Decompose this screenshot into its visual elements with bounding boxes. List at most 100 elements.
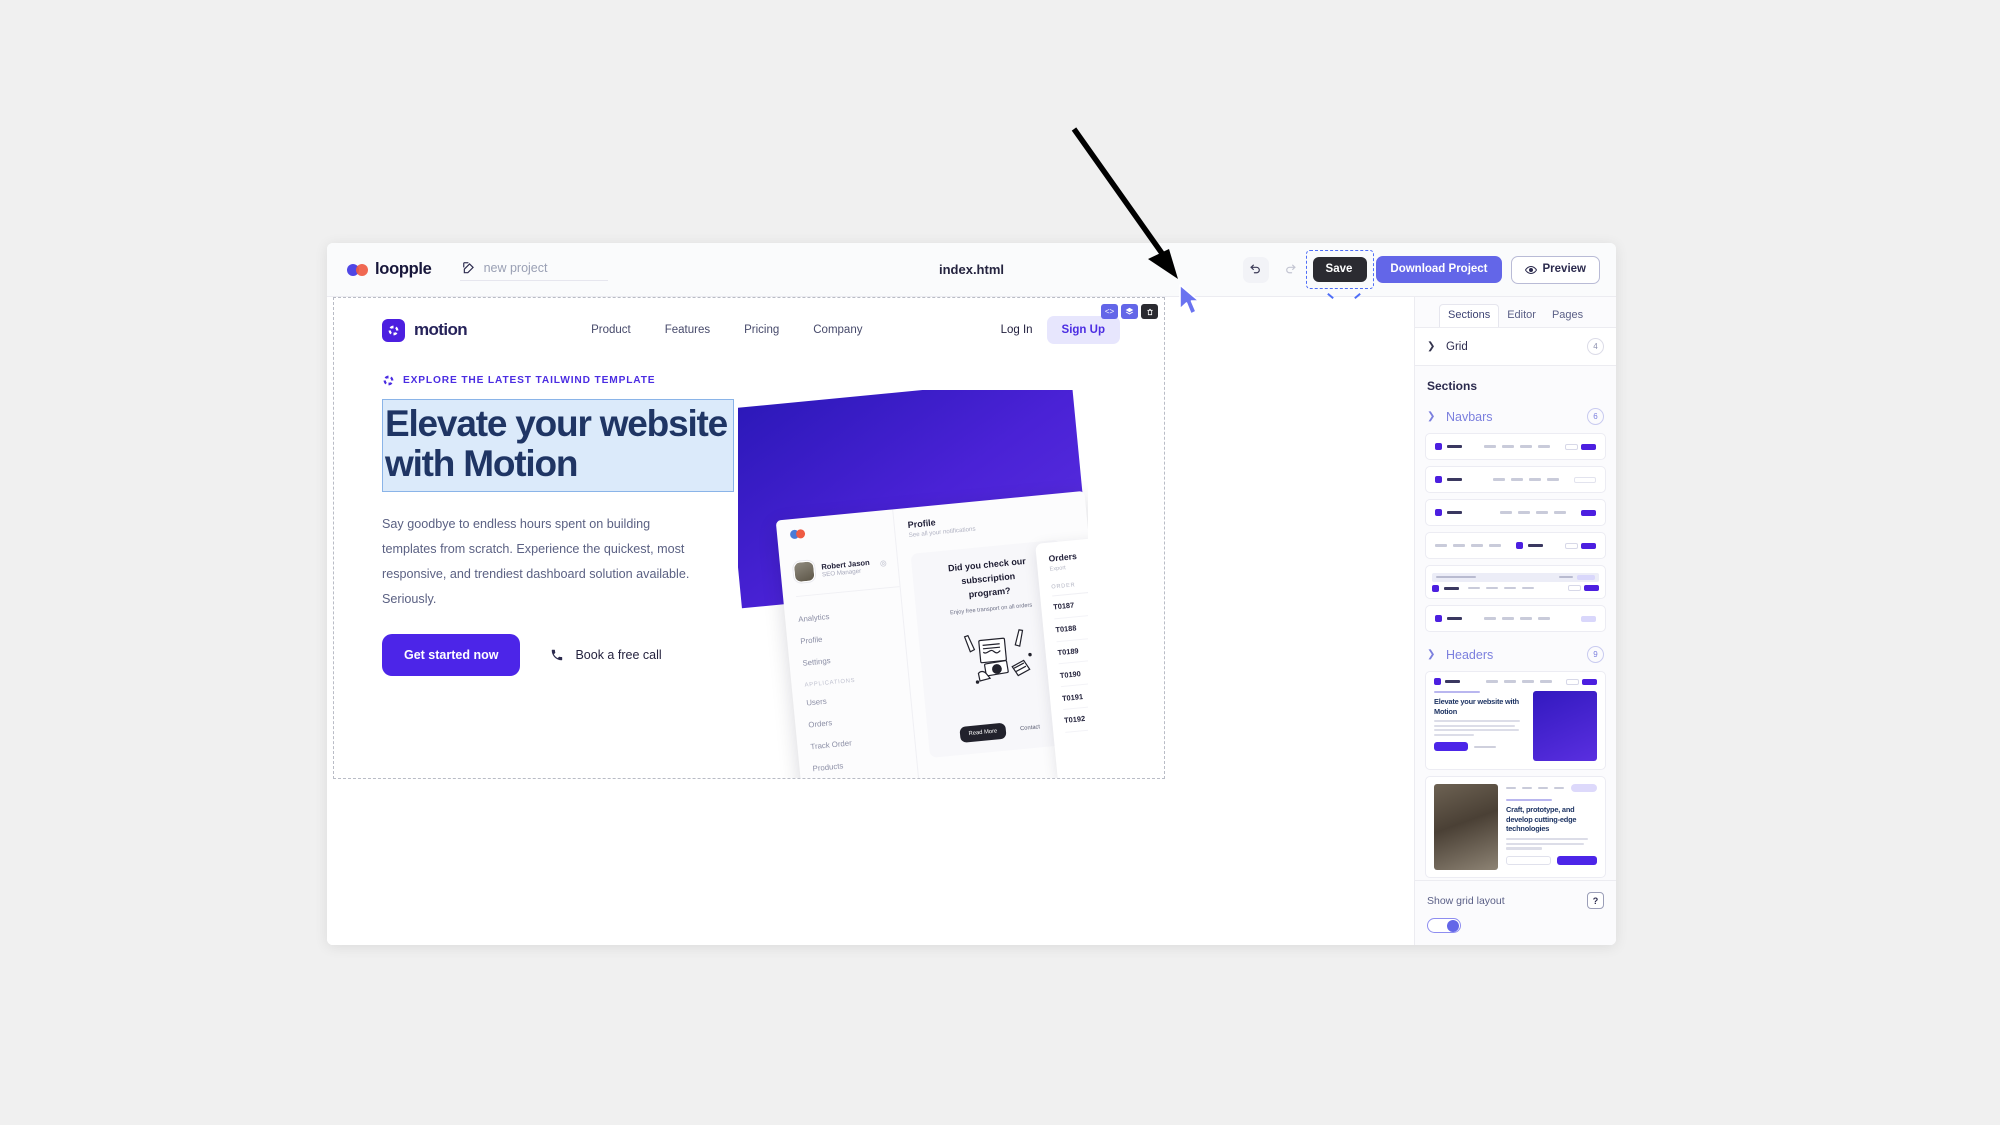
template-hero: EXPLORE THE LATEST TAILWIND TEMPLATE Ele… [334, 362, 1164, 778]
signup-button[interactable]: Sign Up [1046, 316, 1120, 344]
nav-link-product[interactable]: Product [591, 324, 631, 336]
panel-footer: Show grid layout ? [1415, 880, 1616, 945]
list-item[interactable] [1425, 565, 1606, 599]
chevron-down-icon: ❯ [1427, 649, 1436, 660]
app-toolbar: loopple new project index.html Save Down… [327, 243, 1616, 297]
thumb-logo-icon [1435, 509, 1442, 516]
toggle-knob [1446, 920, 1459, 932]
loopple-app-window: loopple new project index.html Save Down… [327, 243, 1616, 945]
preview-label: Preview [1542, 262, 1586, 275]
chevron-down-icon: ❯ [1427, 411, 1436, 422]
loopple-mark-icon [347, 263, 368, 276]
header-thumb-title: Craft, prototype, and develop cutting-ed… [1506, 805, 1577, 833]
list-item[interactable] [1425, 499, 1606, 526]
template-logo[interactable]: motion [382, 318, 468, 342]
redo-button[interactable] [1278, 257, 1304, 283]
template-navbar: motion Product Features Pricing Company … [334, 298, 1164, 362]
login-link[interactable]: Log In [1001, 324, 1033, 336]
mockup-read-more-button: Read More [958, 722, 1007, 743]
trash-glyph-icon [1146, 308, 1153, 315]
nav-link-pricing[interactable]: Pricing [744, 324, 779, 336]
hero-image-column: Robert Jason SEO Manager Analytics Profi… [738, 374, 1164, 778]
undo-button[interactable] [1242, 256, 1269, 283]
hero-headline: Elevate your website with Motion [385, 403, 728, 485]
dashboard-mockup: Robert Jason SEO Manager Analytics Profi… [738, 390, 1088, 778]
grid-label: Grid [1446, 340, 1468, 353]
mockup-contact-button: Contact [1019, 724, 1041, 733]
group-headers[interactable]: ❯ Headers 9 [1425, 642, 1606, 671]
group-navbars[interactable]: ❯ Navbars 6 [1425, 404, 1606, 433]
thumb-logo-icon [1516, 542, 1523, 549]
sections-heading: Sections [1427, 379, 1478, 393]
code-icon[interactable]: <> [1101, 304, 1118, 319]
template-logo-text: motion [414, 320, 468, 339]
canvas-area: <> motion Product Features Pricing Compa… [327, 297, 1414, 945]
group-headers-count: 9 [1587, 646, 1604, 663]
get-started-button[interactable]: Get started now [382, 634, 521, 677]
book-call-link[interactable]: Book a free call [550, 648, 662, 663]
header-thumb-photo [1434, 784, 1498, 870]
gear-icon [879, 559, 888, 570]
hero-headline-selected[interactable]: Elevate your website with Motion [382, 399, 734, 492]
loopple-logo[interactable]: loopple [347, 260, 432, 279]
screen: loopple new project index.html Save Down… [0, 0, 2000, 1125]
layers-glyph-icon [1125, 307, 1134, 315]
hero-text-column: EXPLORE THE LATEST TAILWIND TEMPLATE Ele… [334, 374, 744, 677]
tab-pages[interactable]: Pages [1544, 305, 1591, 327]
toolbar-actions: Save Download Project Preview [1242, 249, 1600, 290]
brand-name: loopple [375, 260, 432, 278]
group-navbars-count: 6 [1587, 408, 1604, 425]
canvas-frame[interactable]: <> motion Product Features Pricing Compa… [333, 297, 1165, 779]
panel-tabs: Sections Editor Pages [1415, 297, 1616, 327]
edit-pencil-icon [462, 261, 474, 273]
grid-accordion-row[interactable]: ❯ Grid 4 [1415, 327, 1616, 366]
project-name-value: new project [483, 260, 548, 275]
mockup-user-row: Robert Jason SEO Manager [792, 552, 900, 598]
list-item[interactable] [1425, 466, 1606, 493]
mockup-logo-dots-icon [789, 520, 894, 540]
mockup-dashboard-card: Robert Jason SEO Manager Analytics Profi… [775, 490, 1088, 778]
thumb-logo-icon [1435, 476, 1442, 483]
right-panel: Sections Editor Pages ❯ Grid 4 Sections … [1414, 297, 1616, 945]
mockup-promo-buttons: Read More Contact [958, 719, 1047, 743]
grid-layout-toggle[interactable] [1427, 918, 1461, 933]
book-call-label: Book a free call [575, 648, 662, 663]
list-item[interactable] [1425, 532, 1606, 559]
promo-illustration-icon [963, 628, 1032, 684]
mockup-menu: Analytics Profile Settings APPLICATIONS … [797, 598, 917, 778]
motion-logo-icon [382, 318, 405, 342]
tab-sections[interactable]: Sections [1439, 304, 1500, 327]
phone-icon [552, 650, 563, 661]
layers-icon[interactable] [1121, 304, 1138, 319]
mockup-orders-title: Orders [1048, 551, 1078, 564]
promo-line-3: program? [968, 585, 1011, 600]
list-item[interactable]: Elevate your website with Motion [1425, 671, 1606, 770]
save-button[interactable]: Save [1312, 256, 1368, 283]
tab-editor[interactable]: Editor [1499, 305, 1544, 327]
nav-link-features[interactable]: Features [665, 324, 710, 336]
template-nav-links: Product Features Pricing Company [591, 324, 862, 336]
group-navbars-label: Navbars [1446, 409, 1493, 424]
header-thumb-title: Elevate your website with Motion [1434, 697, 1519, 716]
avatar [792, 560, 816, 584]
eye-icon [1524, 265, 1537, 274]
hero-eyebrow-text: EXPLORE THE LATEST TAILWIND TEMPLATE [403, 375, 656, 386]
element-float-toolbar: <> [1101, 304, 1158, 319]
grid-toggle-label: Show grid layout [1427, 894, 1505, 907]
nav-link-company[interactable]: Company [813, 324, 862, 336]
hero-paragraph: Say goodbye to endless hours spent on bu… [382, 516, 690, 607]
list-item[interactable] [1425, 605, 1606, 632]
sections-list[interactable]: ❯ Navbars 6 ❯ Headers 9 Elevate your web… [1415, 404, 1616, 880]
grid-toggle-row: Show grid layout ? [1427, 892, 1604, 909]
list-item[interactable]: Craft, prototype, and develop cutting-ed… [1425, 776, 1606, 878]
header-thumb-image [1533, 691, 1597, 761]
chevron-right-icon: ❯ [1427, 341, 1436, 352]
undo-icon [1250, 264, 1260, 274]
preview-button[interactable]: Preview [1510, 255, 1600, 284]
list-item[interactable] [1425, 433, 1606, 460]
project-name-input[interactable]: new project [459, 259, 608, 281]
help-button[interactable]: ? [1587, 892, 1604, 909]
trash-icon[interactable] [1141, 304, 1158, 319]
download-project-button[interactable]: Download Project [1376, 255, 1502, 284]
mockup-promo-text: Did you check our subscription program? [947, 555, 1029, 604]
